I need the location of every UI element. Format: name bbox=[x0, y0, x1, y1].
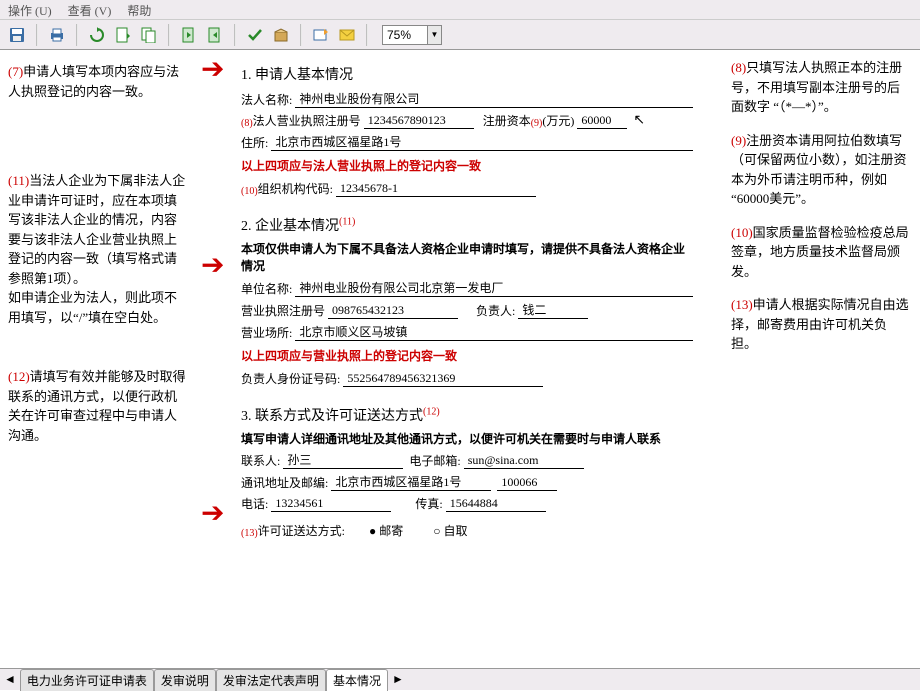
tab-nav-left-icon[interactable]: ◄ bbox=[4, 672, 16, 687]
tel-value: 13234561 bbox=[271, 496, 391, 512]
tab-review-note[interactable]: 发审说明 bbox=[154, 669, 216, 691]
person-label: 负责人: bbox=[476, 302, 515, 319]
section2-intro: 本项仅供申请人为下属不具备法人资格企业申请时填写，请提供不具备法人资格企业情况 bbox=[241, 241, 693, 275]
document-viewport[interactable]: ➔ ➔ ➔ 1. 申请人基本情况 法人名称: 神州电业股份有限公司 (8)法人营… bbox=[197, 50, 723, 668]
capital-value: 60000 bbox=[577, 113, 627, 129]
print-icon[interactable] bbox=[46, 24, 68, 46]
tab-application[interactable]: 电力业务许可证申请表 bbox=[20, 669, 154, 691]
note-9-num: (9) bbox=[731, 133, 746, 148]
person-value: 钱二 bbox=[518, 301, 588, 319]
fax-label: 传真: bbox=[415, 495, 442, 512]
note-8-text: 只填写法人执照正本的注册号，不用填写副本注册号的后面数字 “（*—*）”。 bbox=[731, 60, 902, 114]
doc-copy-icon[interactable] bbox=[138, 24, 160, 46]
email-value: sun@sina.com bbox=[464, 453, 584, 469]
note-13-text: 申请人根据实际情况自由选择，邮寄费用由许可机关负担。 bbox=[731, 297, 909, 351]
note-11-text2: 如申请企业为法人，则此项不用填写，以“/”填在空白处。 bbox=[8, 290, 177, 325]
tab-declaration[interactable]: 发审法定代表声明 bbox=[216, 669, 326, 691]
legal-name-label: 法人名称: bbox=[241, 91, 292, 108]
note-11-text: 当法人企业为下属非法人企业申请许可证时，应在本项填写该非法人企业的情况，内容要与… bbox=[8, 173, 185, 286]
note-7-num: (7) bbox=[8, 64, 23, 79]
note-12-num: (12) bbox=[8, 369, 30, 384]
section3-intro: 填写申请人详细通讯地址及其他通讯方式，以便许可机关在需要时与申请人联系 bbox=[241, 431, 693, 448]
check-icon[interactable] bbox=[244, 24, 266, 46]
doc-new-icon[interactable] bbox=[112, 24, 134, 46]
send-icon[interactable] bbox=[310, 24, 332, 46]
contact-value: 孙三 bbox=[283, 451, 403, 469]
menu-help[interactable]: 帮助 bbox=[127, 2, 151, 17]
form-page: ➔ ➔ ➔ 1. 申请人基本情况 法人名称: 神州电业股份有限公司 (8)法人营… bbox=[197, 50, 723, 668]
id-label: 负责人身份证号码: bbox=[241, 370, 340, 387]
license-value: 1234567890123 bbox=[364, 113, 474, 129]
note-10-num: (10) bbox=[731, 225, 753, 240]
org-label: 组织机构代码: bbox=[258, 180, 333, 197]
unit-label: 单位名称: bbox=[241, 280, 292, 297]
arrow-icon: ➔ bbox=[201, 248, 224, 282]
workspace: (7)申请人填写本项内容应与法人执照登记的内容一致。 (11)当法人企业为下属非… bbox=[0, 50, 920, 668]
section2-tip: 以上四项应与营业执照上的登记内容一致 bbox=[241, 347, 693, 364]
import-icon[interactable] bbox=[178, 24, 200, 46]
legal-name-value: 神州电业股份有限公司 bbox=[295, 90, 693, 108]
license-label: 法人营业执照注册号 bbox=[253, 112, 361, 129]
fax-value: 15644884 bbox=[446, 496, 546, 512]
right-annotations: (8)只填写法人执照正本的注册号，不用填写副本注册号的后面数字 “（*—*）”。… bbox=[723, 50, 920, 668]
zoom-input[interactable] bbox=[383, 28, 427, 42]
menu-bar: 操作 (U) 查看 (V) 帮助 bbox=[0, 0, 920, 20]
menu-view[interactable]: 查看 (V) bbox=[68, 2, 112, 17]
addr-value: 北京市西城区福星路1号 bbox=[271, 133, 693, 151]
place-value: 北京市顺义区马坡镇 bbox=[295, 323, 693, 341]
section1-title: 1. 申请人基本情况 bbox=[241, 64, 693, 84]
mail-value: 北京市西城区福星路1号 bbox=[331, 473, 491, 491]
left-annotations: (7)申请人填写本项内容应与法人执照登记的内容一致。 (11)当法人企业为下属非… bbox=[0, 50, 197, 668]
section3-title: 3. 联系方式及许可证送达方式 bbox=[241, 409, 423, 424]
place-label: 营业场所: bbox=[241, 324, 292, 341]
section2-title: 2. 企业基本情况 bbox=[241, 219, 339, 234]
save-icon[interactable] bbox=[6, 24, 28, 46]
note-12-text: 请填写有效并能够及时取得联系的通讯方式，以便行政机关在许可审查过程中与申请人沟通… bbox=[8, 369, 186, 443]
menu-action[interactable]: 操作 (U) bbox=[8, 2, 52, 17]
unit-value: 神州电业股份有限公司北京第一发电厂 bbox=[295, 279, 693, 297]
s2-license-label: 营业执照注册号 bbox=[241, 302, 325, 319]
note-10-text: 国家质量监督检验检疫总局签章，地方质量技术监督局颁发。 bbox=[731, 225, 909, 279]
mail-label: 通讯地址及邮编: bbox=[241, 474, 328, 491]
package-icon[interactable] bbox=[270, 24, 292, 46]
note-9-text: 注册资本请用阿拉伯数填写（可保留两位小数），如注册资本为外币请注明币种，例如 “… bbox=[731, 133, 907, 207]
delivery-label: 许可证送达方式: bbox=[258, 522, 345, 539]
note-7-text: 申请人填写本项内容应与法人执照登记的内容一致。 bbox=[8, 64, 179, 99]
zip-value: 100066 bbox=[497, 475, 557, 491]
addr-label: 住所: bbox=[241, 134, 268, 151]
tab-nav-right-icon[interactable]: ► bbox=[392, 672, 404, 687]
delivery-mail-radio[interactable]: ● 邮寄 bbox=[369, 522, 403, 539]
contact-label: 联系人: bbox=[241, 452, 280, 469]
mail-icon[interactable] bbox=[336, 24, 358, 46]
tel-label: 电话: bbox=[241, 495, 268, 512]
zoom-selector[interactable]: ▼ bbox=[382, 25, 442, 45]
cursor-icon: ↖ bbox=[633, 112, 645, 129]
refresh-icon[interactable] bbox=[86, 24, 108, 46]
arrow-icon: ➔ bbox=[201, 496, 224, 530]
chevron-down-icon[interactable]: ▼ bbox=[427, 26, 441, 44]
export-icon[interactable] bbox=[204, 24, 226, 46]
section1-tip: 以上四项应与法人营业执照上的登记内容一致 bbox=[241, 157, 693, 174]
delivery-pickup-radio[interactable]: ○ 自取 bbox=[433, 522, 467, 539]
arrow-icon: ➔ bbox=[201, 52, 224, 86]
note-11-num: (11) bbox=[8, 173, 29, 188]
tab-basic-info[interactable]: 基本情况 bbox=[326, 669, 388, 691]
s2-license-value: 098765432123 bbox=[328, 303, 458, 319]
note-13-num: (13) bbox=[731, 297, 753, 312]
sheet-tabs: ◄ 电力业务许可证申请表 发审说明 发审法定代表声明 基本情况 ► bbox=[0, 668, 920, 690]
org-value: 12345678-1 bbox=[336, 181, 536, 197]
capital-label: 注册资本 bbox=[483, 112, 531, 129]
id-value: 552564789456321369 bbox=[343, 371, 543, 387]
capital-unit: (万元) bbox=[542, 112, 574, 129]
toolbar: ▼ bbox=[0, 20, 920, 50]
email-label: 电子邮箱: bbox=[409, 452, 460, 469]
note-8-num: (8) bbox=[731, 60, 746, 75]
